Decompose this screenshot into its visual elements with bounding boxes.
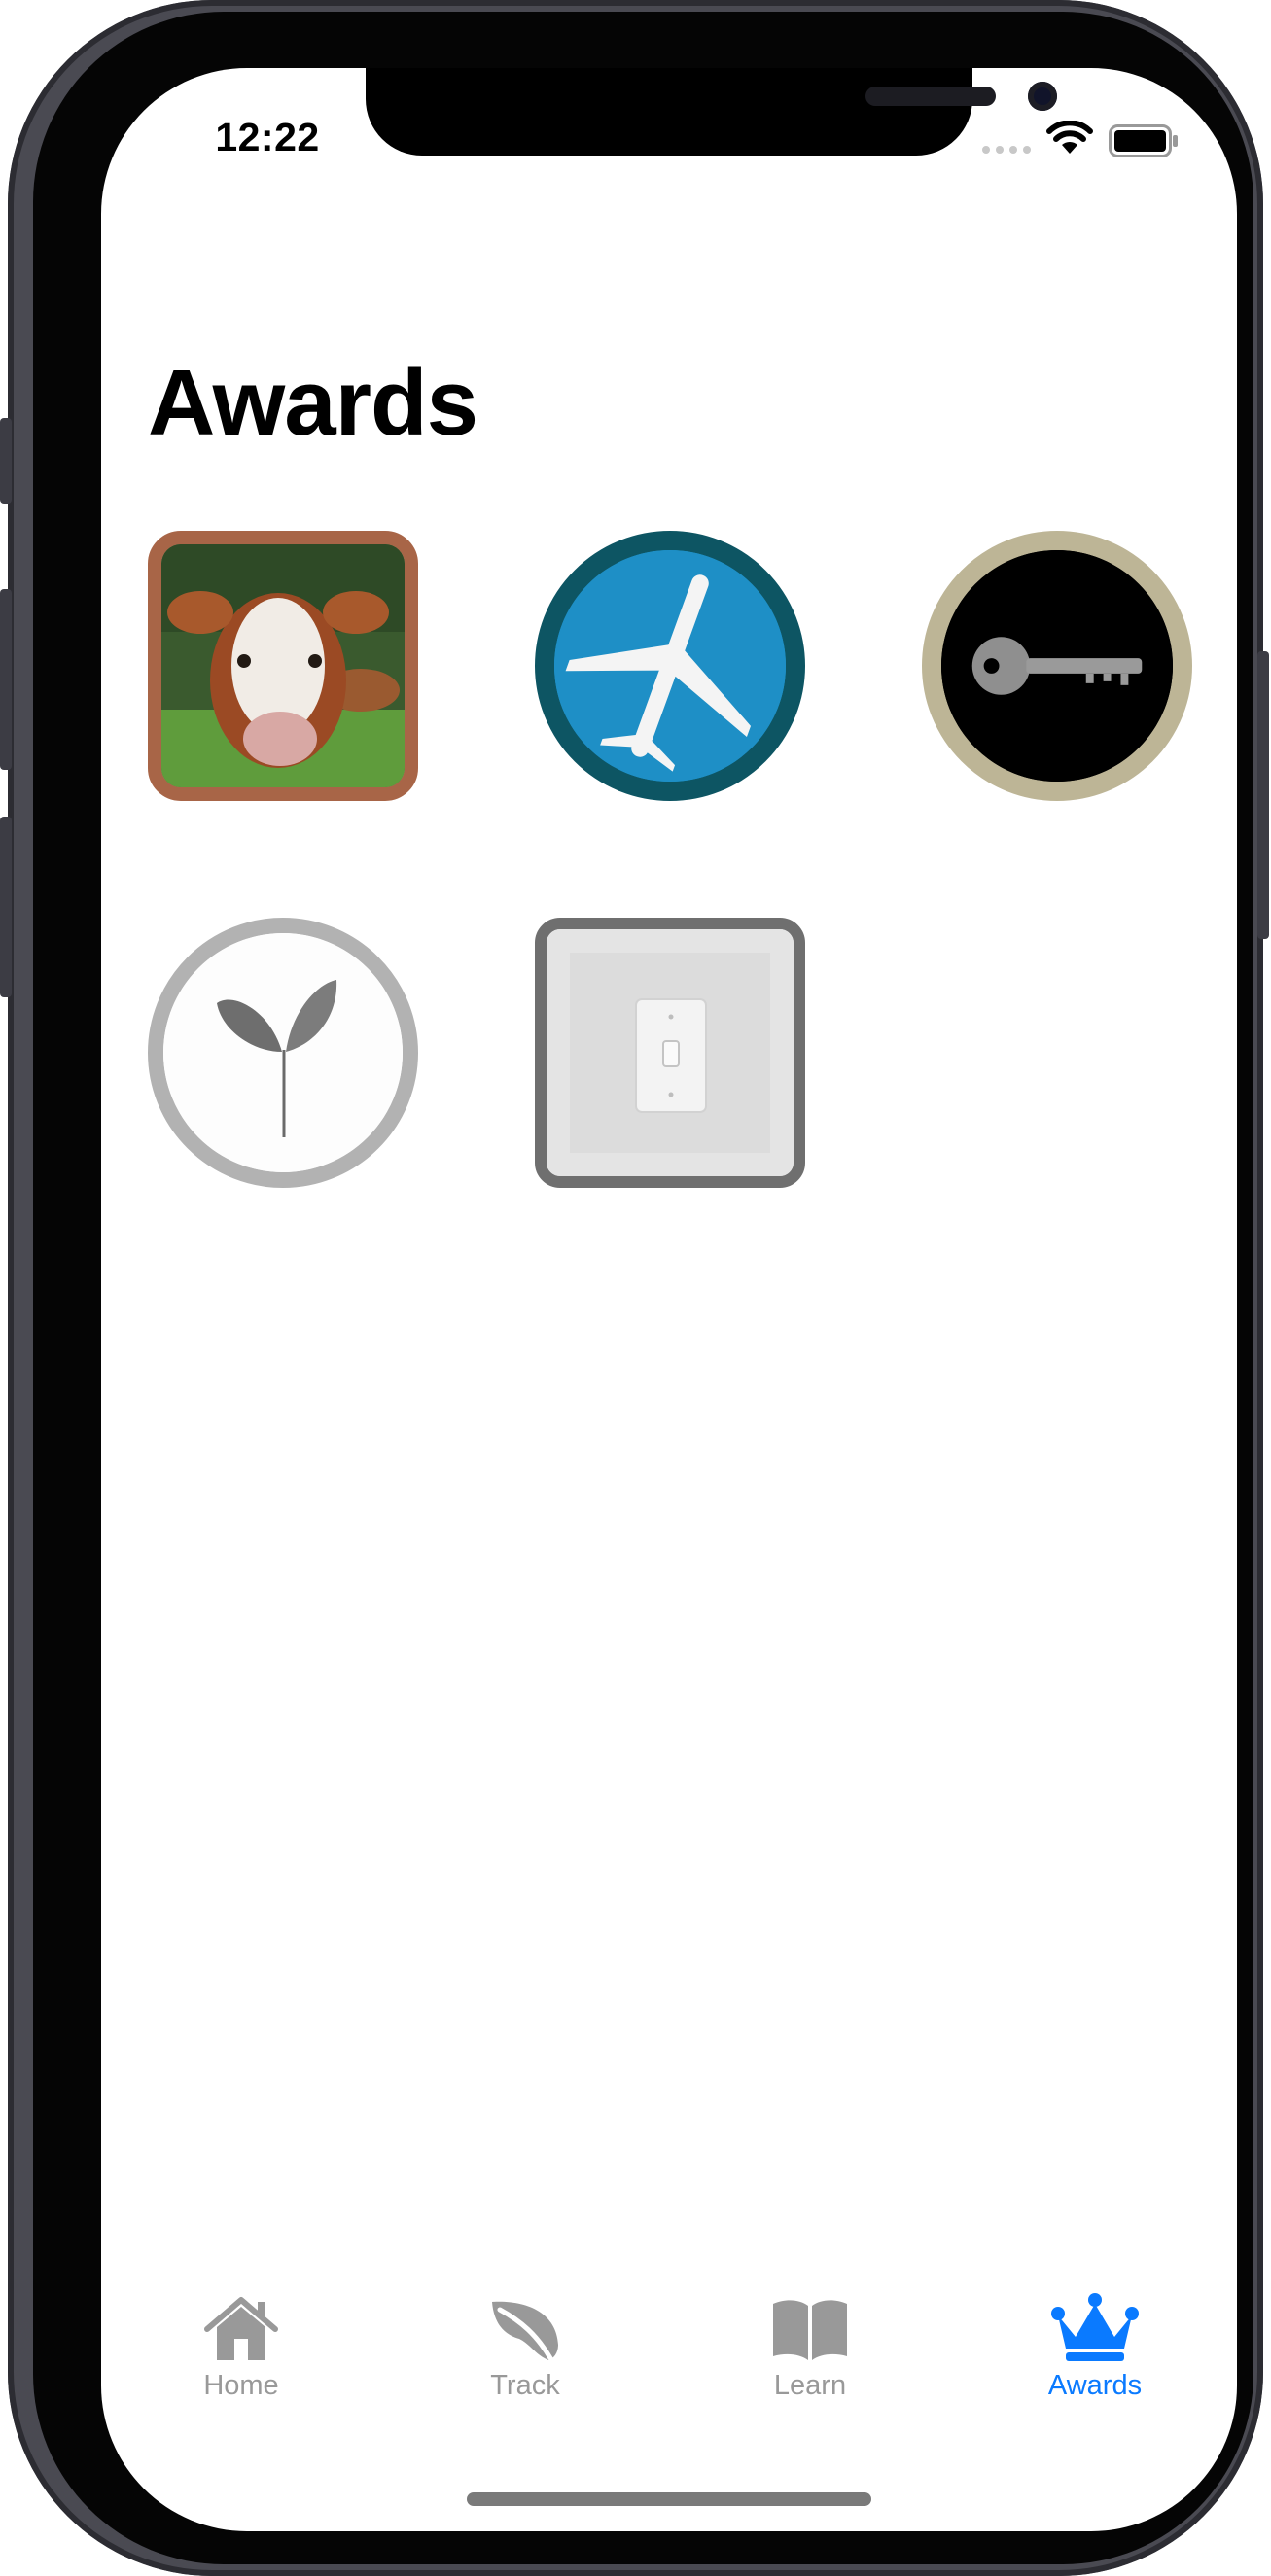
tab-track-label: Track — [490, 2370, 560, 2401]
home-indicator[interactable] — [467, 2492, 871, 2506]
page-title: Awards — [148, 351, 478, 455]
book-icon — [773, 2300, 847, 2360]
sprout-award-icon — [163, 933, 403, 1172]
airplane-award-badge[interactable] — [535, 531, 805, 801]
bezel: 12:22 Awards Home Track Learn Awards — [33, 12, 1253, 2564]
crown-icon — [1051, 2293, 1139, 2361]
tab-learn[interactable]: Learn — [713, 2284, 907, 2402]
light-switch-award-badge[interactable] — [535, 918, 805, 1188]
volume-up-button — [0, 589, 12, 770]
device-frame: 12:22 Awards Home Track Learn Awards — [0, 0, 1269, 2576]
earpiece-speaker — [865, 87, 996, 106]
tab-home-label: Home — [203, 2370, 279, 2401]
airplane-award-icon — [554, 550, 786, 782]
tab-home[interactable]: Home — [144, 2284, 338, 2402]
status-time: 12:22 — [215, 115, 320, 159]
tab-awards[interactable]: Awards — [998, 2284, 1192, 2402]
key-award-icon — [941, 550, 1173, 782]
house-icon — [204, 2297, 278, 2360]
wifi-icon — [1046, 121, 1093, 154]
leaf-icon — [492, 2301, 558, 2361]
tab-learn-label: Learn — [773, 2370, 847, 2401]
silent-switch — [0, 418, 12, 504]
screen: 12:22 Awards Home Track Learn Awards — [101, 68, 1237, 2531]
tab-awards-label: Awards — [1047, 2370, 1143, 2401]
tab-bar: Home Track Learn Awards — [101, 2284, 1237, 2420]
tab-track[interactable]: Track — [428, 2284, 622, 2402]
notch — [366, 68, 1057, 156]
light-switch-award-icon — [547, 929, 794, 1176]
key-award-badge[interactable] — [922, 531, 1192, 801]
power-button — [1257, 651, 1269, 939]
cow-award-badge[interactable] — [148, 531, 418, 801]
cellular-signal-icon — [982, 146, 1031, 154]
cow-award-icon — [161, 544, 405, 787]
volume-down-button — [0, 817, 12, 997]
front-camera — [1028, 82, 1057, 111]
battery-icon — [1109, 124, 1178, 157]
sprout-award-badge[interactable] — [148, 918, 418, 1188]
